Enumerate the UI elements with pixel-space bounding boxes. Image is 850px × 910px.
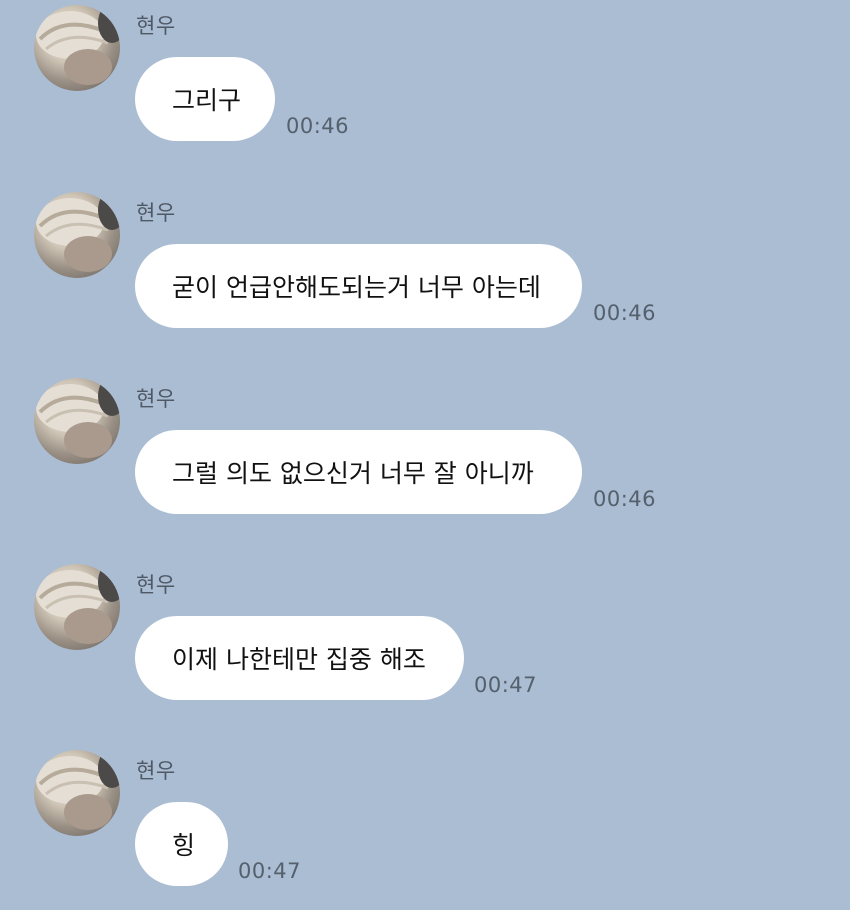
message-bubble[interactable]: 그리구 (135, 57, 275, 141)
message-bubble[interactable]: 힝 (135, 802, 228, 886)
avatar-photo (36, 564, 120, 644)
sender-name: 현우 (136, 14, 176, 38)
avatar[interactable] (34, 5, 120, 91)
sender-name: 현우 (136, 573, 176, 597)
message-row: 현우 힝 00:47 (0, 750, 850, 910)
message-row: 현우 이제 나한테만 집중 해조 00:47 (0, 564, 850, 724)
message-bubble[interactable]: 굳이 언급안해도되는거 너무 아는데 (135, 244, 582, 328)
message-timestamp: 00:47 (474, 673, 538, 697)
avatar-photo (36, 378, 120, 458)
avatar[interactable] (34, 750, 120, 836)
message-bubble[interactable]: 이제 나한테만 집중 해조 (135, 616, 464, 700)
message-timestamp: 00:46 (286, 114, 350, 138)
sender-name: 현우 (136, 759, 176, 783)
message-row: 현우 그리구 00:46 (0, 5, 850, 165)
avatar[interactable] (34, 192, 120, 278)
avatar-photo (36, 5, 120, 85)
avatar-photo (36, 750, 120, 830)
sender-name: 현우 (136, 387, 176, 411)
message-timestamp: 00:47 (238, 859, 302, 883)
message-timestamp: 00:46 (593, 301, 657, 325)
avatar[interactable] (34, 564, 120, 650)
message-timestamp: 00:46 (593, 487, 657, 511)
avatar-photo (36, 192, 120, 272)
sender-name: 현우 (136, 201, 176, 225)
avatar[interactable] (34, 378, 120, 464)
message-bubble[interactable]: 그럴 의도 없으신거 너무 잘 아니까 (135, 430, 582, 514)
message-row: 현우 굳이 언급안해도되는거 너무 아는데 00:46 (0, 192, 850, 352)
message-row: 현우 그럴 의도 없으신거 너무 잘 아니까 00:46 (0, 378, 850, 538)
chat-screen: { "chat": { "messages": [ { "sender": "현… (0, 0, 850, 904)
